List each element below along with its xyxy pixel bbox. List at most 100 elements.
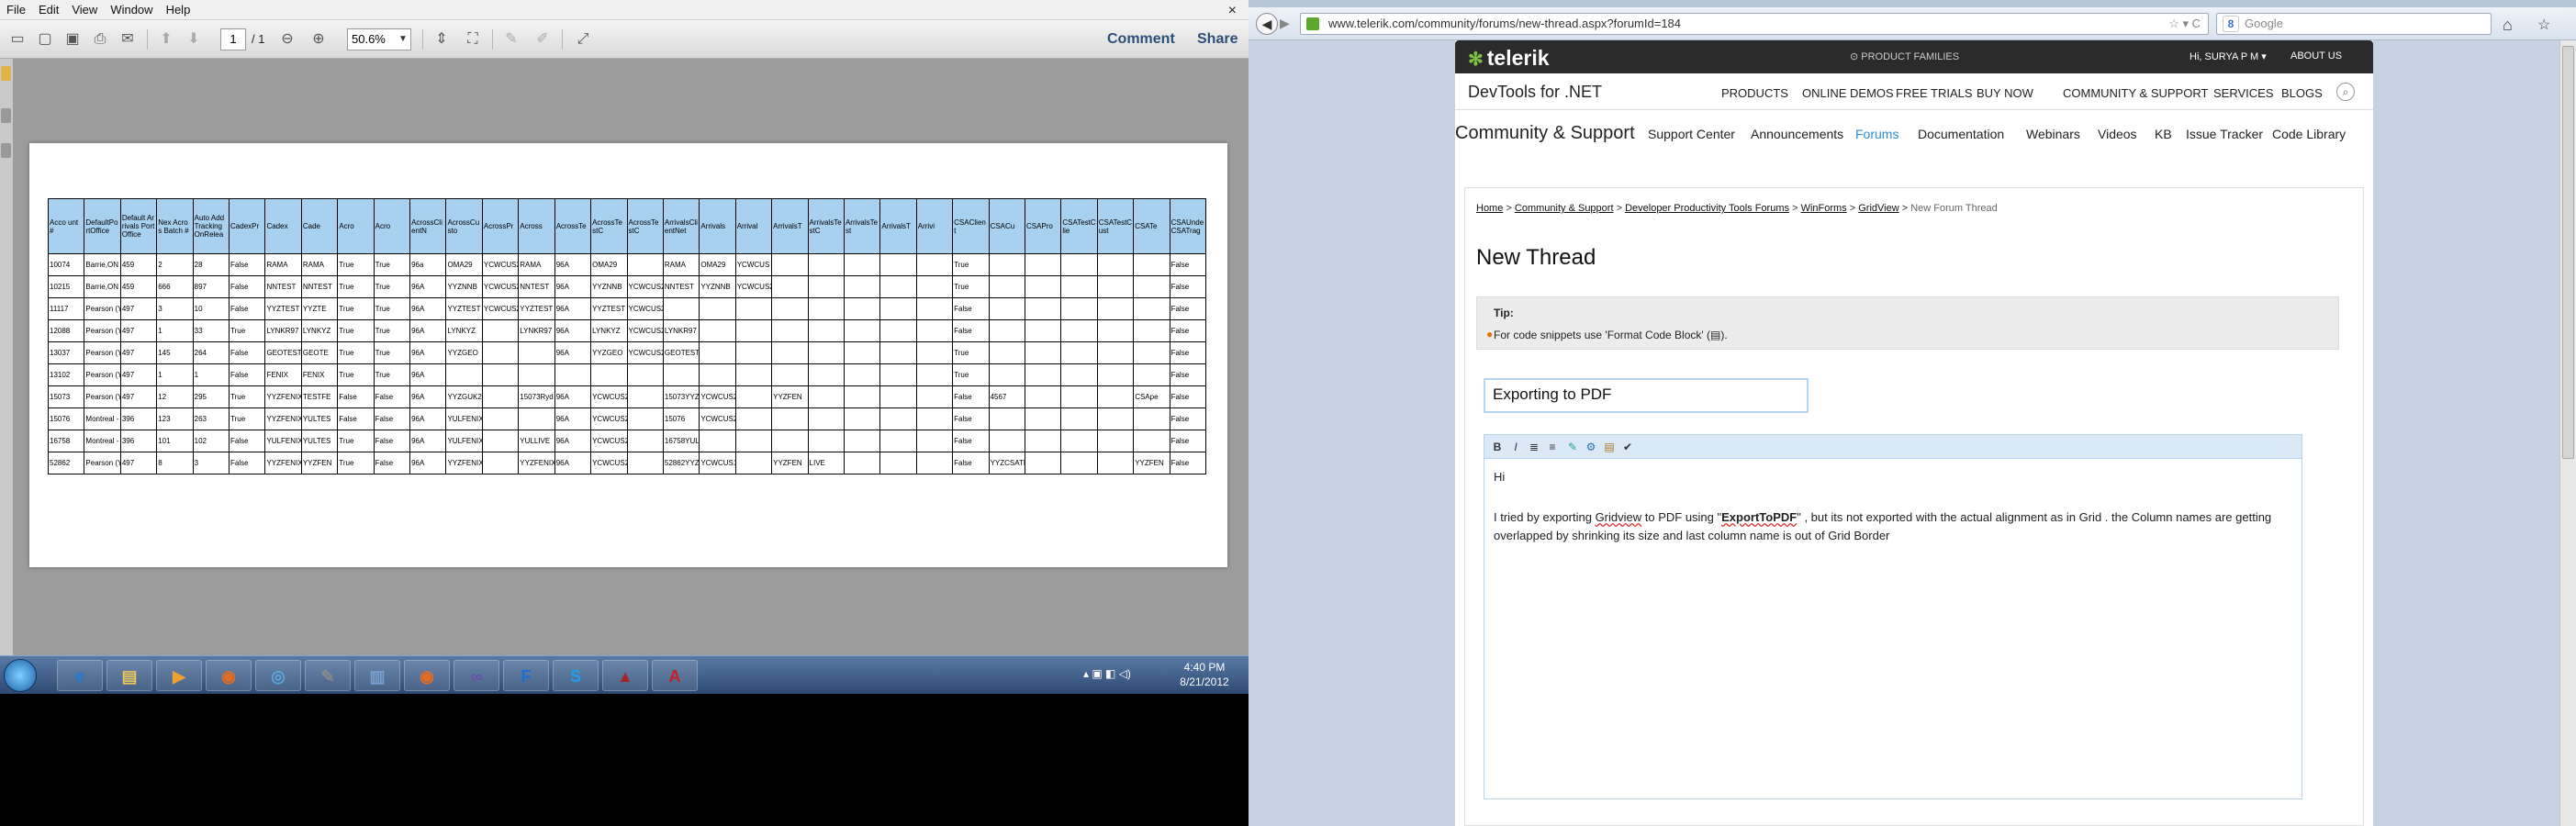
community-title[interactable]: Community & Support bbox=[1455, 123, 1635, 144]
telerik-logo[interactable]: ✻ telerik bbox=[1468, 46, 1550, 71]
acrobat-icon[interactable]: A bbox=[652, 660, 698, 691]
visual-studio-icon[interactable]: ∞ bbox=[454, 660, 499, 691]
prev-page-icon[interactable]: ⬆ bbox=[154, 28, 178, 51]
create-icon[interactable]: ▢ bbox=[33, 28, 57, 51]
subnav-support-center[interactable]: Support Center bbox=[1648, 127, 1735, 141]
forward-icon[interactable]: ▶ bbox=[1280, 16, 1290, 31]
notepad-icon[interactable]: ▥ bbox=[354, 660, 400, 691]
subnav-issue-tracker[interactable]: Issue Tracker bbox=[2186, 127, 2263, 141]
firefox-icon[interactable]: ◉ bbox=[404, 660, 450, 691]
crumb-home[interactable]: Home bbox=[1476, 203, 1503, 214]
page-number-input[interactable]: 1 bbox=[220, 28, 246, 50]
subnav-videos[interactable]: Videos bbox=[2098, 127, 2137, 141]
nav-community-support[interactable]: COMMUNITY & SUPPORT bbox=[2063, 86, 2208, 100]
next-page-icon[interactable]: ⬇ bbox=[182, 28, 206, 51]
clock[interactable]: 4:40 PM 8/21/2012 bbox=[1166, 660, 1243, 689]
subnav-webinars[interactable]: Webinars bbox=[2026, 127, 2080, 141]
menu-file[interactable]: File bbox=[0, 0, 32, 19]
app-f-icon[interactable]: F bbox=[503, 660, 549, 691]
table-row: 52862Pearson (YYZ)49783FalseYYZFENIXYYZF… bbox=[47, 452, 1207, 474]
explorer-icon[interactable]: ▤ bbox=[106, 660, 152, 691]
table-cell: False bbox=[1169, 275, 1207, 298]
outlook-icon[interactable]: ◎ bbox=[255, 660, 301, 691]
table-cell: True bbox=[229, 319, 266, 342]
subnav-documentation[interactable]: Documentation bbox=[1918, 127, 2004, 141]
menu-edit[interactable]: Edit bbox=[32, 0, 65, 19]
insert-image-icon[interactable]: ⚙ bbox=[1584, 440, 1598, 454]
print-icon[interactable]: ⎙ bbox=[88, 28, 112, 51]
insert-link-icon[interactable]: ✎ bbox=[1565, 440, 1580, 454]
winrar-icon[interactable]: ▲ bbox=[602, 660, 648, 691]
product-families-link[interactable]: ⊙ PRODUCT FAMILIES bbox=[1850, 50, 1959, 62]
highlight-icon[interactable]: ✐ bbox=[531, 28, 554, 51]
table-cell bbox=[879, 430, 917, 452]
scrollbar-thumb[interactable] bbox=[2562, 46, 2574, 459]
pages-icon[interactable] bbox=[1, 108, 11, 123]
attachment-icon[interactable] bbox=[1, 143, 11, 158]
chevron-down-icon[interactable]: ▼ bbox=[395, 29, 411, 50]
spell-check-icon[interactable]: ✔ bbox=[1620, 440, 1635, 454]
expand-icon[interactable]: ⤢ bbox=[571, 28, 595, 51]
crumb-community[interactable]: Community & Support bbox=[1515, 203, 1614, 214]
italic-icon[interactable]: I bbox=[1508, 440, 1523, 454]
pdf-side-panel[interactable] bbox=[0, 59, 13, 655]
email-icon[interactable]: ✉ bbox=[116, 28, 140, 51]
nav-buy-now[interactable]: BUY NOW bbox=[1977, 86, 2033, 100]
url-bar-icons[interactable]: ☆ ▾ C bbox=[2168, 14, 2201, 34]
search-engine-icon[interactable]: 8 bbox=[2223, 16, 2239, 32]
lock-icon[interactable] bbox=[1, 66, 11, 81]
menu-view[interactable]: View bbox=[65, 0, 104, 19]
fit-page-icon[interactable]: ⇕ bbox=[430, 28, 454, 51]
search-input[interactable]: 8 Google bbox=[2216, 13, 2492, 35]
user-menu[interactable]: Hi, SURYA P M ▾ bbox=[2190, 50, 2267, 62]
ordered-list-icon[interactable]: ≣ bbox=[1527, 440, 1541, 454]
skype-icon[interactable]: S bbox=[553, 660, 599, 691]
bookmark-icon[interactable]: ☆ bbox=[2537, 16, 2550, 34]
comment-bubble-icon[interactable]: ✎ bbox=[499, 28, 523, 51]
unordered-list-icon[interactable]: ≡ bbox=[1545, 440, 1560, 454]
nav-products[interactable]: PRODUCTS bbox=[1721, 86, 1788, 100]
zoom-out-icon[interactable]: ⊖ bbox=[275, 28, 299, 51]
share-button[interactable]: Share bbox=[1197, 31, 1238, 48]
close-icon[interactable]: × bbox=[1222, 0, 1243, 22]
bold-icon[interactable]: B bbox=[1490, 440, 1505, 454]
menu-window[interactable]: Window bbox=[104, 0, 159, 19]
ie-icon[interactable]: e bbox=[57, 660, 103, 691]
fit-width-icon[interactable]: ⛶ bbox=[461, 28, 485, 51]
firefox-icon[interactable]: ◉ bbox=[206, 660, 252, 691]
crumb-gridview[interactable]: GridView bbox=[1858, 203, 1898, 214]
format-code-block-icon[interactable]: ▤ bbox=[1602, 440, 1617, 454]
menu-help[interactable]: Help bbox=[160, 0, 197, 19]
subnav-forums[interactable]: Forums bbox=[1855, 127, 1898, 141]
browser-tab-strip[interactable] bbox=[1249, 0, 2576, 7]
about-us-link[interactable]: ABOUT US bbox=[2290, 50, 2342, 61]
nav-online-demos[interactable]: ONLINE DEMOS bbox=[1802, 86, 1894, 100]
start-button[interactable] bbox=[4, 659, 37, 692]
system-tray[interactable]: ▴ ▣ ◧ ◁) bbox=[1083, 667, 1131, 680]
nav-free-trials[interactable]: FREE TRIALS bbox=[1896, 86, 1973, 100]
editor-body[interactable]: I tried by exporting Gridview to PDF usi… bbox=[1494, 508, 2290, 545]
subnav-kb[interactable]: KB bbox=[2155, 127, 2172, 141]
save-icon[interactable]: ▣ bbox=[61, 28, 84, 51]
crumb-winforms[interactable]: WinForms bbox=[1801, 203, 1847, 214]
page-scrollbar[interactable] bbox=[2559, 40, 2576, 826]
open-icon[interactable]: ▭ bbox=[6, 28, 29, 51]
subnav-announcements[interactable]: Announcements bbox=[1751, 127, 1843, 141]
devtools-title[interactable]: DevTools for .NET bbox=[1468, 83, 1602, 102]
back-icon[interactable]: ◀ bbox=[1256, 13, 1278, 35]
nav-blogs[interactable]: BLOGS bbox=[2281, 86, 2323, 100]
home-icon[interactable]: ⌂ bbox=[2503, 16, 2513, 35]
table-cell: 497 bbox=[119, 297, 158, 320]
comment-button[interactable]: Comment bbox=[1107, 31, 1175, 48]
crumb-dev-tools-forums[interactable]: Developer Productivity Tools Forums bbox=[1625, 203, 1789, 214]
tools-icon[interactable]: ✎ bbox=[305, 660, 351, 691]
url-bar[interactable]: www.telerik.com/community/forums/new-thr… bbox=[1300, 13, 2209, 35]
media-player-icon[interactable]: ▶ bbox=[156, 660, 202, 691]
column-header: CadexPr bbox=[229, 198, 266, 254]
nav-services[interactable]: SERVICES bbox=[2213, 86, 2274, 100]
search-icon[interactable]: ⌕ bbox=[2336, 83, 2355, 101]
subject-input[interactable]: Exporting to PDF bbox=[1484, 378, 1809, 413]
subnav-code-library[interactable]: Code Library bbox=[2272, 127, 2346, 141]
table-cell: 3 bbox=[192, 452, 230, 474]
zoom-in-icon[interactable]: ⊕ bbox=[307, 28, 330, 51]
